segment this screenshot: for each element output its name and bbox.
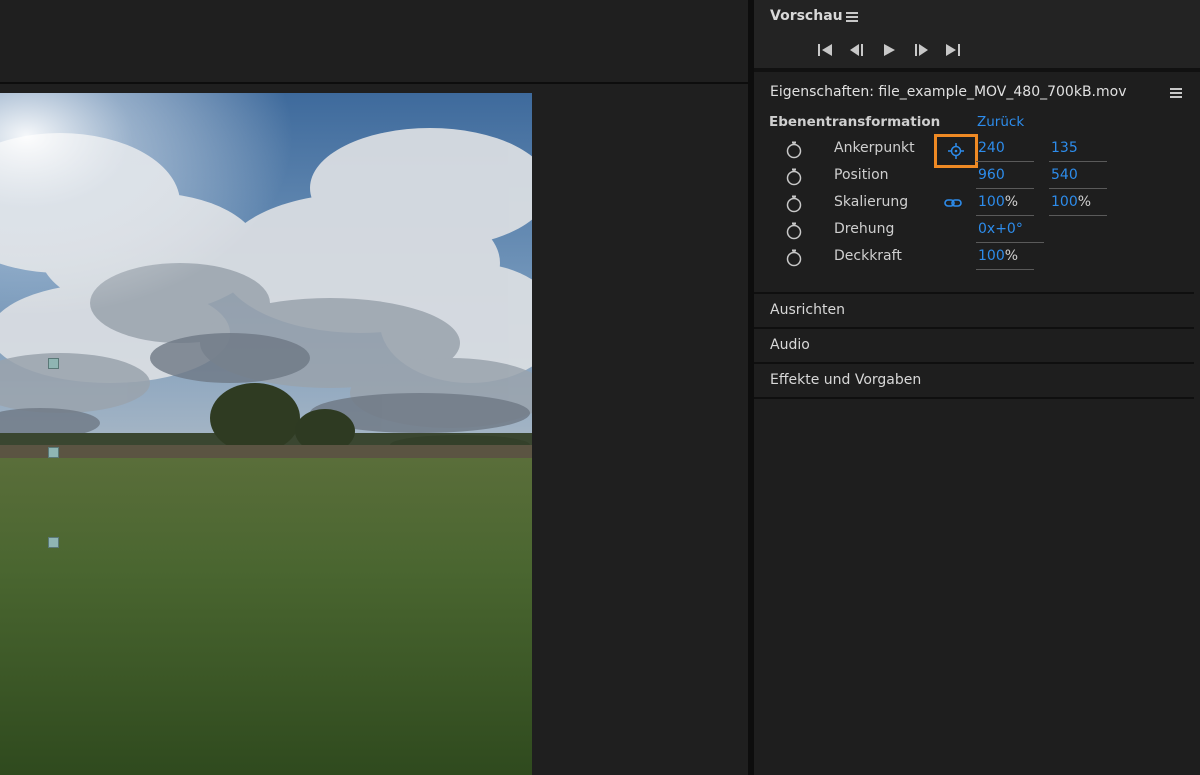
property-row-position: Position 960 540 [754,165,1200,191]
go-to-start-icon[interactable] [816,40,834,60]
property-row-anchor-point: Ankerpunkt 240 135 [754,134,1200,168]
app-window: Vorschau Eigenschaften: file_example_MOV… [0,0,1200,775]
transform-handle-middle[interactable] [48,447,59,458]
scale-y-unit: % [1077,194,1092,210]
monitor-toolbar-area [0,0,748,84]
stopwatch-icon[interactable] [786,222,802,240]
properties-title: Eigenschaften: file_example_MOV_480_700k… [770,84,1127,100]
stopwatch-icon[interactable] [786,249,802,267]
transform-handle-bottom[interactable] [48,537,59,548]
property-label: Position [834,167,889,183]
scale-x-unit: % [1004,194,1019,210]
accordion-align[interactable]: Ausrichten [754,292,1194,326]
preview-menu-icon[interactable] [846,12,858,22]
property-label: Ankerpunkt [834,140,915,156]
rotation-field[interactable]: 0x+0° [976,221,1044,243]
scale-x-field[interactable]: 100% [976,194,1034,216]
property-row-rotation: Drehung 0x+0° [754,219,1200,245]
accordion-audio[interactable]: Audio [754,327,1194,361]
opacity-value: 100 [978,248,1005,264]
scale-x-value: 100 [978,194,1005,210]
property-label: Skalierung [834,194,909,210]
anchor-x-field[interactable]: 240 [976,140,1034,162]
anchor-crosshair-icon [948,143,964,159]
video-frame[interactable] [0,93,532,775]
accordion-audio-label: Audio [770,337,810,353]
property-row-opacity: Deckkraft 100% [754,246,1200,272]
opacity-field[interactable]: 100% [976,248,1034,270]
scale-y-value: 100 [1051,194,1078,210]
step-back-icon[interactable] [848,40,866,60]
program-monitor [0,0,748,775]
back-link[interactable]: Zurück [977,114,1024,130]
link-icon[interactable] [944,195,962,214]
stopwatch-icon[interactable] [786,195,802,213]
preview-panel: Vorschau [754,0,1200,72]
layer-transform-label: Ebenentransformation [769,114,941,130]
right-panel: Vorschau Eigenschaften: file_example_MOV… [754,0,1200,775]
transport-controls [816,40,962,60]
transform-handle-top[interactable] [48,358,59,369]
scale-y-field[interactable]: 100% [1049,194,1107,216]
position-x-field[interactable]: 960 [976,167,1034,189]
accordion-align-label: Ausrichten [770,302,845,318]
landscape-image [0,93,532,775]
properties-menu-icon[interactable] [1170,88,1182,98]
preview-title: Vorschau [770,8,843,24]
property-row-scale: Skalierung 100% 100% [754,192,1200,218]
play-icon[interactable] [880,40,898,60]
stopwatch-icon[interactable] [786,168,802,186]
anchor-y-field[interactable]: 135 [1049,140,1107,162]
anchor-point-tool-button[interactable] [934,134,978,168]
position-y-field[interactable]: 540 [1049,167,1107,189]
property-label: Drehung [834,221,895,237]
opacity-unit: % [1004,248,1019,264]
accordion-effects-label: Effekte und Vorgaben [770,372,922,388]
step-forward-icon[interactable] [912,40,930,60]
go-to-end-icon[interactable] [944,40,962,60]
property-label: Deckkraft [834,248,902,264]
stopwatch-icon[interactable] [786,141,802,159]
accordion-effects[interactable]: Effekte und Vorgaben [754,362,1194,399]
